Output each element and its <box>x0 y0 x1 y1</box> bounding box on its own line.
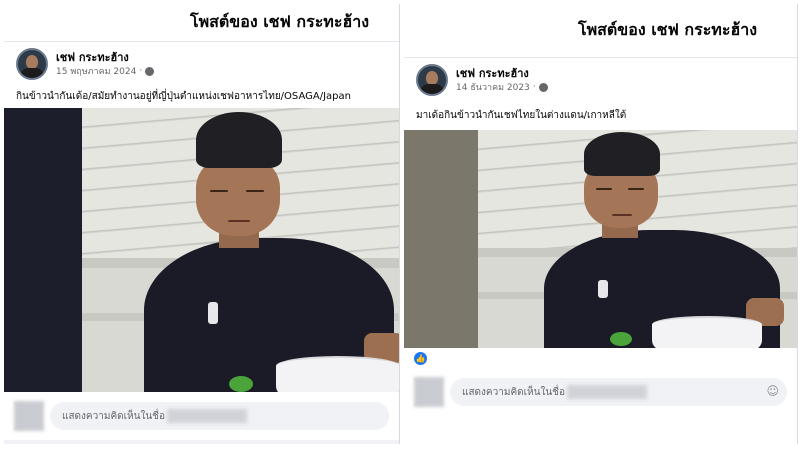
post-photo[interactable] <box>4 108 399 392</box>
green-leaf <box>610 332 632 346</box>
sticker-icon[interactable]: ☺ <box>766 384 779 398</box>
reactions-bar: 👍 <box>404 348 797 368</box>
bowl <box>276 356 399 392</box>
globe-icon <box>145 66 155 76</box>
post-meta: เชฟ กระทะฮ้าง 14 ธันวาคม 2023 · <box>404 58 797 100</box>
post-meta: เชฟ กระทะฮ้าง 15 พฤษภาคม 2024 · <box>4 42 399 84</box>
comparison-screenshot: โพสต์ของ เชฟ กระทะฮ้าง เชฟ กระทะฮ้าง 15 … <box>0 0 800 450</box>
post-photo[interactable] <box>404 130 797 348</box>
green-leaf <box>229 376 253 392</box>
post-header-title: โพสต์ของ เชฟ กระทะฮ้าง <box>189 12 369 31</box>
post-caption: มาเด้อกินข้าวนำกันเชฟไทยในต่างแดน/เกาหลี… <box>404 100 797 130</box>
photo-dark-edge <box>4 108 82 392</box>
author-avatar[interactable] <box>416 64 448 96</box>
comment-input[interactable]: แสดงความคิดเห็นในชื่อ ☺ <box>450 378 787 406</box>
comment-placeholder: แสดงความคิดเห็นในชื่อ <box>462 386 565 398</box>
blurred-name <box>166 409 247 423</box>
comment-composer: แสดงความคิดเห็นในชื่อ ☺ <box>404 368 797 416</box>
post-date[interactable]: 14 ธันวาคม 2023 <box>456 80 530 94</box>
right-post-panel: โพสต์ของ เชฟ กระทะฮ้าง เชฟ กระทะฮ้าง 14 … <box>404 4 798 444</box>
commenter-avatar <box>14 401 44 431</box>
author-avatar[interactable] <box>16 48 48 80</box>
post-header-title: โพสต์ของ เชฟ กระทะฮ้าง <box>577 20 757 39</box>
commenter-avatar <box>414 377 444 407</box>
chef-figure <box>538 130 797 348</box>
left-post-panel: โพสต์ของ เชฟ กระทะฮ้าง เชฟ กระทะฮ้าง 15 … <box>4 4 400 444</box>
post-date-row: 15 พฤษภาคม 2024 · <box>56 64 155 78</box>
comment-composer: แสดงความคิดเห็นในชื่อ <box>4 392 399 440</box>
blurred-name <box>566 385 647 399</box>
like-icon[interactable]: 👍 <box>414 352 427 365</box>
globe-icon <box>538 82 548 92</box>
post-header: โพสต์ของ เชฟ กระทะฮ้าง <box>404 4 797 58</box>
post-date[interactable]: 15 พฤษภาคม 2024 <box>56 64 136 78</box>
comment-input[interactable]: แสดงความคิดเห็นในชื่อ <box>50 402 389 430</box>
comment-placeholder: แสดงความคิดเห็นในชื่อ <box>62 410 165 422</box>
post-header: โพสต์ของ เชฟ กระทะฮ้าง <box>4 4 399 42</box>
post-date-row: 14 ธันวาคม 2023 · <box>456 80 548 94</box>
chef-figure <box>134 108 399 392</box>
bowl <box>652 316 762 348</box>
post-caption: กินข้าวนำกันเด้อ/สมัยทำงานอยู่ที่ญี่ปุ่น… <box>4 84 399 108</box>
